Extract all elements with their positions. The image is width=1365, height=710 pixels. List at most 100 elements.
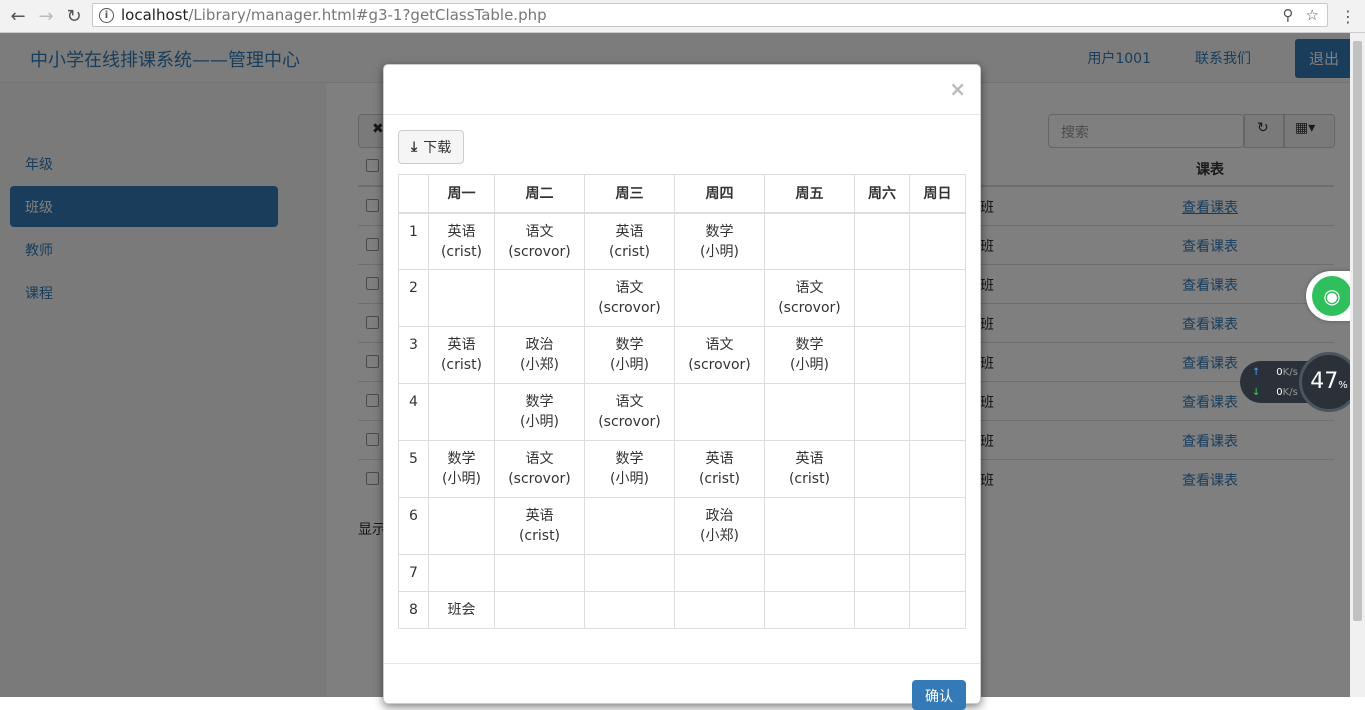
schedule-row: 8 班会 <box>398 591 966 629</box>
schedule-cell: 数学 (小明) <box>584 440 675 498</box>
period-number: 1 <box>398 212 429 270</box>
key-icon[interactable]: ⚲ <box>1283 6 1294 24</box>
teacher-name: (scrovor) <box>778 300 841 316</box>
teacher-name: (crist) <box>788 471 831 487</box>
gauge-unit: % <box>1338 380 1348 391</box>
subject-name: 数学 <box>525 394 554 410</box>
page-scrollbar[interactable] <box>1350 33 1365 697</box>
schedule-cell <box>854 591 910 629</box>
subject-name: 政治 <box>525 337 554 353</box>
wifi-icon: ◉ <box>1312 276 1352 316</box>
day-header: 周一 <box>428 174 495 214</box>
modal-header: × <box>384 65 980 115</box>
teacher-name: (crist) <box>608 243 651 260</box>
schedule-cell <box>909 269 966 327</box>
period-number: 6 <box>398 497 429 555</box>
schedule-cell <box>584 591 675 629</box>
schedule-cell <box>428 497 495 555</box>
schedule-cell <box>854 269 910 327</box>
confirm-button[interactable]: 确认 <box>912 680 966 710</box>
schedule-cell <box>909 497 966 555</box>
bookmark-star-icon[interactable]: ☆ <box>1306 6 1319 24</box>
day-header: 周四 <box>674 174 765 214</box>
download-arrow-icon: ↓ <box>1252 387 1261 398</box>
forward-arrow-icon[interactable]: → <box>32 2 60 30</box>
schedule-cell <box>909 591 966 629</box>
scroll-thumb[interactable] <box>1353 41 1362 621</box>
subject-name: 数学 <box>795 337 824 353</box>
schedule-cell <box>764 554 855 592</box>
schedule-cell: 政治 (小郑) <box>494 326 585 384</box>
schedule-table: 周一 周二 周三 周四 周五 周六 周日 1 英语 (crist) 语文 (scrovo… <box>398 174 966 629</box>
period-header <box>398 174 429 214</box>
teacher-name: (scrovor) <box>598 414 661 430</box>
schedule-cell <box>674 269 765 327</box>
teacher-name: (scrovor) <box>508 243 571 260</box>
schedule-cell: 英语 (crist) <box>494 497 585 555</box>
schedule-cell: 数学 (小明) <box>584 326 675 384</box>
schedule-row: 6 英语 (crist) 政治 (小郑) <box>398 497 966 555</box>
teacher-name: (小明) <box>610 357 649 373</box>
teacher-name: (小郑) <box>700 528 739 544</box>
schedule-cell: 政治 (小郑) <box>674 497 765 555</box>
schedule-cell <box>909 326 966 384</box>
schedule-cell <box>494 591 585 629</box>
day-header: 周三 <box>584 174 675 214</box>
day-header: 周五 <box>764 174 855 214</box>
schedule-cell <box>584 497 675 555</box>
schedule-cell <box>854 497 910 555</box>
day-header: 周日 <box>909 174 966 214</box>
teacher-name: (crist) <box>440 357 483 373</box>
teacher-name: (crist) <box>698 471 741 487</box>
schedule-cell: 语文 (scrovor) <box>764 269 855 327</box>
schedule-cell <box>854 326 910 384</box>
subject-name: 语文 <box>615 394 644 410</box>
schedule-cell: 英语 (crist) <box>428 326 495 384</box>
schedule-row: 3 英语 (crist) 政治 (小郑) 数学 (小明) 语文 (scrovor) 数学 (小明) <box>398 326 966 384</box>
schedule-cell <box>674 383 765 441</box>
schedule-cell: 语文 (scrovor) <box>584 269 675 327</box>
schedule-cell <box>909 554 966 592</box>
download-icon: ⤓ <box>411 139 418 155</box>
schedule-cell: 英语 (crist) <box>584 212 675 270</box>
gauge-value: 47 <box>1310 369 1339 394</box>
subject-name: 语文 <box>525 451 554 467</box>
close-icon[interactable]: × <box>949 77 966 101</box>
schedule-cell <box>584 554 675 592</box>
schedule-row: 1 英语 (crist) 语文 (scrovor) 英语 (crist) 数学 (小明) <box>398 212 966 270</box>
schedule-cell <box>494 554 585 592</box>
teacher-name: (小明) <box>790 357 829 373</box>
schedule-cell <box>909 440 966 498</box>
schedule-cell <box>428 269 495 327</box>
schedule-cell <box>494 269 585 327</box>
schedule-cell <box>854 383 910 441</box>
subject-name: 英语 <box>447 223 476 240</box>
menu-dots-icon[interactable]: ⋮ <box>1334 2 1362 30</box>
teacher-name: (小明) <box>700 243 739 260</box>
subject-name: 数学 <box>447 451 476 467</box>
schedule-row: 4 数学 (小明) 语文 (scrovor) <box>398 383 966 441</box>
reload-icon[interactable]: ↻ <box>60 2 88 30</box>
download-button[interactable]: ⤓ 下载 <box>398 130 465 164</box>
teacher-name: (crist) <box>440 243 483 260</box>
download-label: 下载 <box>423 140 452 156</box>
subject-name: 英语 <box>525 508 554 524</box>
back-arrow-icon[interactable]: ← <box>4 2 32 30</box>
teacher-name: (小明) <box>442 471 481 487</box>
subject-name: 英语 <box>447 337 476 353</box>
address-bar[interactable]: i localhost/Library/manager.html#g3-1?ge… <box>92 3 1328 27</box>
modal-footer: 确认 <box>384 663 980 710</box>
schedule-cell: 数学 (小明) <box>428 440 495 498</box>
schedule-cell <box>674 591 765 629</box>
period-number: 8 <box>398 591 429 629</box>
subject-name: 语文 <box>705 337 734 353</box>
schedule-cell <box>674 554 765 592</box>
teacher-name: (scrovor) <box>688 357 751 373</box>
download-speed-unit: K/s <box>1282 387 1298 398</box>
day-header: 周二 <box>494 174 585 214</box>
teacher-name: (scrovor) <box>508 471 571 487</box>
schedule-cell: 数学 (小明) <box>764 326 855 384</box>
schedule-cell <box>764 212 855 270</box>
info-icon[interactable]: i <box>99 7 114 23</box>
schedule-cell: 语文 (scrovor) <box>494 440 585 498</box>
